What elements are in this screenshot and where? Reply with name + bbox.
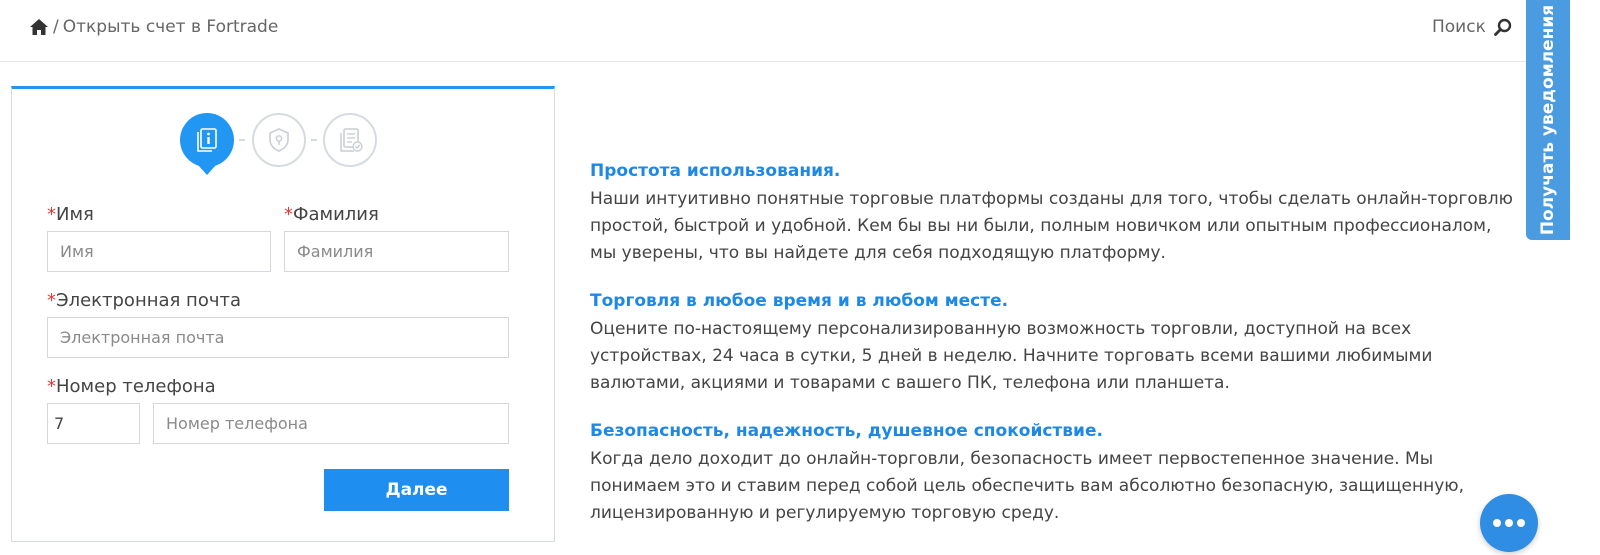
email-label: *Электронная почта: [47, 290, 241, 311]
benefit-text: Оцените по-настоящему персонализированну…: [590, 319, 1433, 393]
phone-label: *Номер телефона: [47, 376, 216, 397]
step-confirmation: [323, 113, 377, 167]
step-connector: [311, 139, 317, 141]
benefit-title: Безопасность, надежность, душевное споко…: [590, 421, 1103, 441]
breadcrumb: / Открыть счет в Fortrade: [29, 17, 278, 37]
email-input[interactable]: [47, 317, 509, 358]
chat-dots-icon: [1493, 519, 1501, 527]
search-icon: [1493, 18, 1512, 36]
registration-form-card: *Имя *Фамилия *Электронная почта *Номер …: [11, 86, 555, 542]
search-label: Поиск: [1432, 17, 1486, 37]
benefits-content: Простота использования. Наши интуитивно …: [590, 160, 1530, 550]
info-document-icon: [197, 128, 217, 152]
breadcrumb-current: Открыть счет в Fortrade: [62, 17, 279, 37]
benefit-text: Наши интуитивно понятные торговые платфо…: [590, 189, 1513, 263]
notifications-tab[interactable]: Получать уведомления: [1526, 0, 1570, 240]
breadcrumb-separator: /: [53, 17, 59, 37]
document-check-icon: [340, 128, 363, 152]
top-bar: / Открыть счет в Fortrade Поиск: [0, 0, 1540, 62]
home-icon[interactable]: [29, 18, 49, 36]
step-personal-info: [180, 113, 234, 167]
benefit-section-anytime: Торговля в любое время и в любом месте. …: [590, 290, 1530, 397]
benefit-section-security: Безопасность, надежность, душевное споко…: [590, 420, 1530, 527]
phone-code-input[interactable]: [47, 403, 140, 444]
notifications-tab-label: Получать уведомления: [1538, 4, 1558, 236]
first-name-input[interactable]: [47, 231, 271, 272]
benefit-title: Торговля в любое время и в любом месте.: [590, 291, 1009, 311]
step-security: [252, 113, 306, 167]
next-button[interactable]: Далее: [324, 469, 509, 511]
last-name-input[interactable]: [284, 231, 509, 272]
search-button[interactable]: Поиск: [1432, 17, 1512, 37]
step-connector: [239, 139, 245, 141]
shield-lock-icon: [269, 128, 289, 152]
benefit-section-ease: Простота использования. Наши интуитивно …: [590, 160, 1530, 267]
phone-number-input[interactable]: [153, 403, 509, 444]
benefit-title: Простота использования.: [590, 161, 841, 181]
last-name-label: *Фамилия: [284, 204, 379, 225]
chat-button[interactable]: [1480, 494, 1538, 552]
benefit-text: Когда дело доходит до онлайн-торговли, б…: [590, 449, 1464, 523]
form-steps: [12, 113, 554, 183]
first-name-label: *Имя: [47, 204, 94, 225]
